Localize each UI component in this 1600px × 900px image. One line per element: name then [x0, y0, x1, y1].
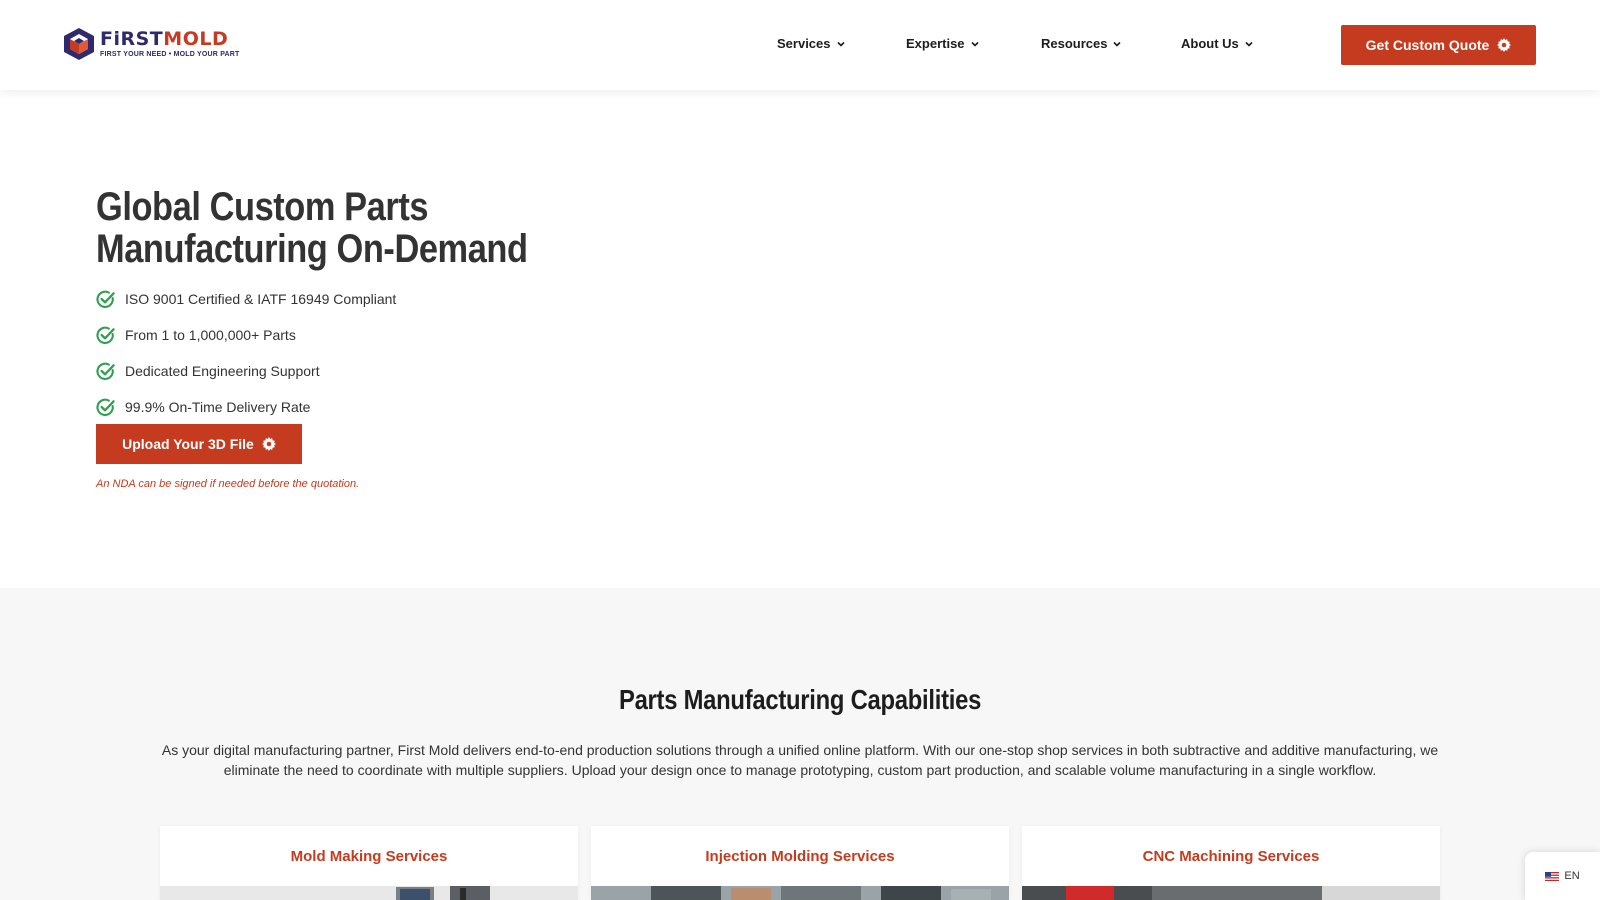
site-header: FiRSTMOLD FIRST YOUR NEED • MOLD YOUR PA…: [0, 0, 1600, 90]
chevron-down-icon: [836, 41, 845, 47]
nav-item-about-us[interactable]: About Us: [1181, 36, 1253, 51]
nav-item-expertise[interactable]: Expertise: [906, 36, 979, 51]
gear-icon: [1497, 38, 1512, 52]
check-circle-icon: [96, 362, 115, 380]
firstmold-logo[interactable]: FiRSTMOLD FIRST YOUR NEED • MOLD YOUR PA…: [62, 26, 240, 62]
list-item: ISO 9001 Certified & IATF 16949 Complian…: [95, 281, 396, 317]
card-injection-molding[interactable]: Injection Molding Services: [591, 826, 1009, 900]
language-switcher[interactable]: EN: [1525, 852, 1600, 900]
feature-text: ISO 9001 Certified & IATF 16949 Complian…: [125, 291, 397, 307]
cnc-machining-image: [1022, 886, 1440, 900]
chevron-down-icon: [1245, 41, 1253, 47]
us-flag-icon: [1545, 871, 1560, 881]
list-item: Dedicated Engineering Support: [95, 353, 396, 389]
capabilities-description: As your digital manufacturing partner, F…: [161, 742, 1439, 778]
mold-making-image: [160, 886, 578, 900]
nav-item-label: Services: [777, 36, 831, 51]
injection-molding-image: [591, 886, 1009, 900]
nav-item-label: About Us: [1181, 36, 1239, 51]
nav-item-services[interactable]: Services: [777, 36, 845, 51]
capabilities-title: Parts Manufacturing Capabilities: [0, 684, 1600, 716]
upload-button-label: Upload Your 3D File: [122, 436, 254, 452]
card-title: Injection Molding Services: [705, 848, 895, 865]
logo-tagline: FIRST YOUR NEED • MOLD YOUR PART: [100, 51, 240, 58]
nav-item-label: Resources: [1041, 36, 1108, 51]
list-item: 99.9% On-Time Delivery Rate: [95, 389, 396, 425]
capabilities-section: Parts Manufacturing Capabilities As your…: [0, 588, 1600, 900]
feature-text: 99.9% On-Time Delivery Rate: [125, 399, 311, 415]
card-title: CNC Machining Services: [1142, 848, 1320, 865]
card-mold-making[interactable]: Mold Making Services: [160, 826, 578, 900]
nav-item-resources[interactable]: Resources: [1041, 36, 1122, 51]
quote-button-label: Get Custom Quote: [1365, 37, 1490, 53]
nav-item-label: Expertise: [906, 36, 965, 51]
capabilities-title-text: Parts Manufacturing Capabilities: [618, 684, 982, 715]
logo-mark-icon: [64, 28, 94, 60]
hero-title: Global Custom Parts Manufacturing On-Dem…: [96, 185, 528, 271]
feature-text: From 1 to 1,000,000+ Parts: [125, 327, 296, 343]
gear-icon: [261, 437, 276, 451]
list-item: From 1 to 1,000,000+ Parts: [95, 317, 396, 353]
card-title: Mold Making Services: [290, 848, 448, 865]
check-circle-icon: [96, 398, 115, 416]
chevron-down-icon: [970, 41, 979, 47]
card-cnc-machining[interactable]: CNC Machining Services: [1022, 826, 1440, 900]
check-circle-icon: [96, 326, 115, 344]
logo-word-first: FiRST: [100, 28, 164, 50]
upload-3d-file-button[interactable]: Upload Your 3D File: [96, 424, 302, 464]
language-code: EN: [1564, 870, 1580, 882]
chevron-down-icon: [1113, 41, 1122, 47]
get-custom-quote-button[interactable]: Get Custom Quote: [1341, 25, 1536, 65]
check-circle-icon: [96, 290, 115, 308]
logo-text: FiRSTMOLD FIRST YOUR NEED • MOLD YOUR PA…: [100, 30, 240, 59]
logo-word-mold: MOLD: [163, 28, 229, 50]
logo-wordmark: FiRSTMOLD: [100, 30, 240, 49]
feature-text: Dedicated Engineering Support: [125, 363, 320, 379]
hero-feature-list: ISO 9001 Certified & IATF 16949 Complian…: [95, 281, 396, 425]
nda-note: An NDA can be signed if needed before th…: [96, 478, 360, 490]
